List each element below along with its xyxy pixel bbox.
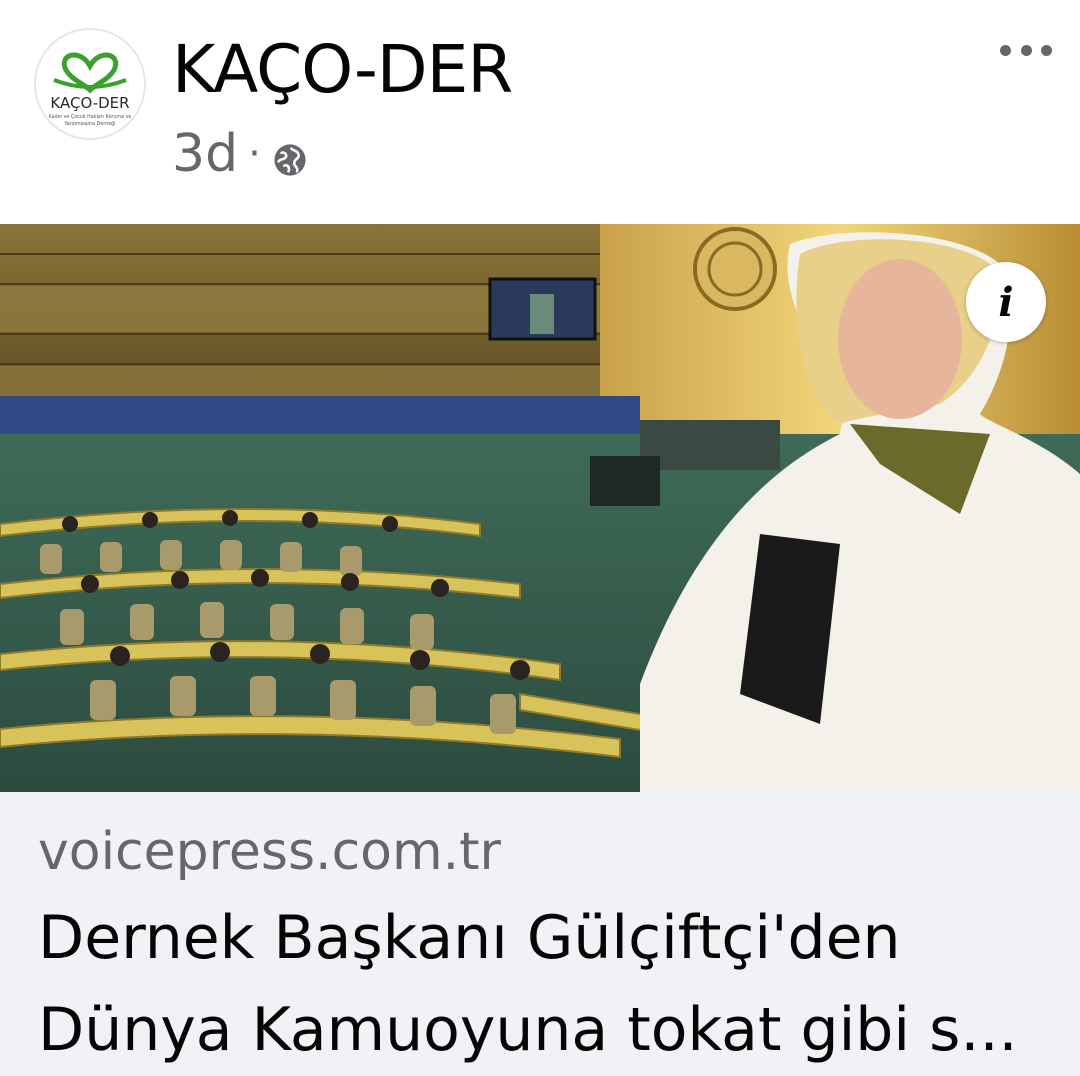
info-icon[interactable]: i	[966, 262, 1046, 342]
link-domain: voicepress.com.tr	[38, 822, 501, 882]
kaco-der-logo: KAÇO-DER Kadın ve Çocuk Hakları Koruma v…	[36, 30, 144, 138]
assembly-hall-photo	[0, 224, 1080, 792]
page-avatar[interactable]: KAÇO-DER Kadın ve Çocuk Hakları Koruma v…	[34, 28, 146, 140]
meta-separator: ·	[248, 131, 261, 177]
svg-text:Yardımlaşma Derneği: Yardımlaşma Derneği	[64, 120, 116, 127]
link-title-line-2: Dünya Kamuoyuna tokat gibi s...	[38, 995, 1018, 1065]
link-preview-image[interactable]	[0, 224, 1080, 792]
globe-icon[interactable]	[273, 130, 307, 176]
svg-text:Kadın ve Çocuk Hakları Koruma: Kadın ve Çocuk Hakları Koruma ve	[49, 114, 132, 120]
more-horizontal-icon[interactable]	[1000, 36, 1052, 64]
post-header	[0, 0, 1080, 224]
svg-text:KAÇO-DER: KAÇO-DER	[50, 94, 129, 112]
post-time[interactable]: 3d	[172, 124, 238, 184]
link-title[interactable]: Dernek Başkanı Gülçiftçi'den Dünya Kamuo…	[38, 892, 1058, 1076]
post-meta: 3d ·	[172, 122, 307, 186]
page-name[interactable]: KAÇO-DER	[172, 30, 513, 110]
link-title-line-1: Dernek Başkanı Gülçiftçi'den	[38, 903, 901, 973]
